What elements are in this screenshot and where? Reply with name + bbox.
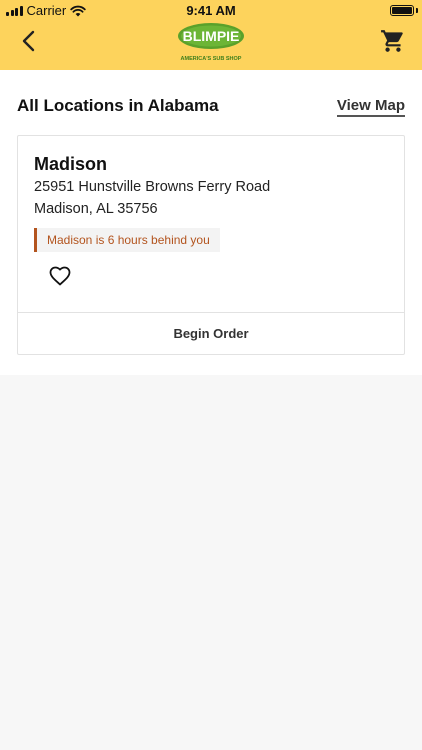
status-time: 9:41 AM (186, 3, 236, 18)
back-button[interactable] (16, 28, 42, 54)
view-map-link[interactable]: View Map (336, 97, 405, 117)
address-line-2: Madison, AL 35756 (34, 201, 158, 217)
blimpie-logo: BLIMPIE AMERICA'S SUB SHOP (176, 18, 246, 66)
cart-icon (381, 30, 403, 52)
timezone-notice: Madison is 6 hours behind you (34, 228, 220, 252)
location-card: Madison 25951 Hunstville Browns Ferry Ro… (17, 135, 405, 355)
chevron-left-icon (22, 30, 35, 52)
address-line-1: 25951 Hunstville Browns Ferry Road (34, 179, 271, 195)
battery-icon (390, 5, 414, 16)
heart-outline-icon (49, 266, 71, 286)
logo-wordmark: BLIMPIE (183, 28, 240, 44)
location-name: Madison (34, 154, 108, 174)
logo-tagline: AMERICA'S SUB SHOP (181, 56, 242, 62)
battery-nub (416, 8, 418, 13)
favorite-button[interactable] (48, 264, 72, 288)
page-title: All Locations in Alabama (17, 96, 219, 115)
begin-order-button[interactable]: Begin Order (18, 313, 404, 355)
cart-button[interactable] (380, 28, 406, 54)
app-header: Carrier 9:41 AM BLIMPIE AMERICA'S SUB SH… (0, 0, 422, 70)
